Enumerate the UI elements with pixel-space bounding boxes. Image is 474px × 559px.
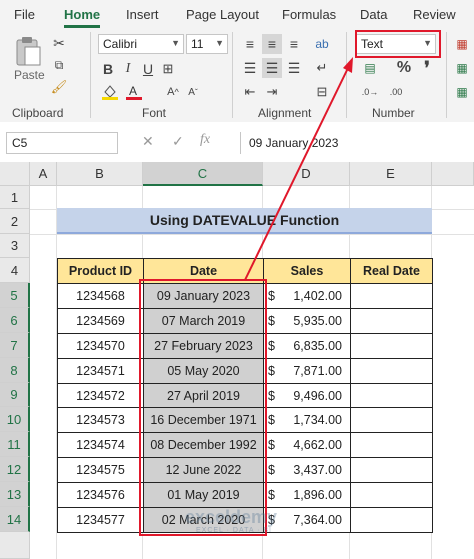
annotation-arrow: [244, 57, 353, 281]
watermark-tagline: EXCEL · DATA · BI: [196, 527, 272, 534]
watermark-logo: exceldemy: [185, 507, 278, 527]
arrow-head-icon: [343, 57, 353, 73]
arrow-line: [244, 65, 350, 281]
